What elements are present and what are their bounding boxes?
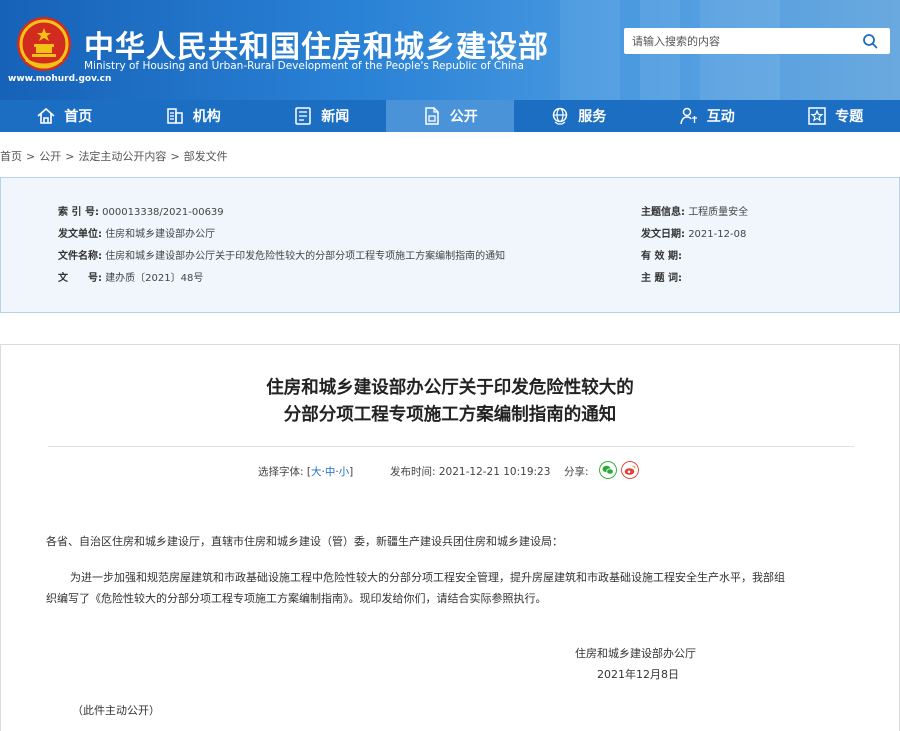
meta-topic-row: 主题信息: 工程质量安全 (641, 203, 748, 218)
news-icon (295, 107, 311, 125)
nav-item-label: 公开 (449, 109, 478, 125)
nav-item-label: 机构 (192, 109, 221, 125)
font-size-bracket: ] (349, 466, 354, 478)
meta-filename-row: 文件名称: 住房和城乡建设部办公厅关于印发危险性较大的分部分项工程专项施工方案编… (58, 247, 505, 262)
site-header: 中华人民共和国住房和城乡建设部 Ministry of Housing and … (0, 0, 900, 100)
wechat-share-icon[interactable] (599, 461, 617, 479)
document-icon (425, 107, 439, 125)
building-icon (167, 108, 183, 124)
meta-label: 索 引 号: (58, 207, 99, 218)
meta-label: 发文日期: (641, 229, 685, 240)
user-icon (680, 107, 697, 125)
breadcrumb-link-disclosure[interactable]: 公开 (39, 150, 61, 163)
breadcrumb-separator: > (65, 150, 75, 163)
main-nav: 首页 机构 新闻 公开 服务 互动 专题 (0, 100, 900, 132)
nav-item-interaction[interactable]: 互动 (643, 100, 772, 132)
breadcrumb-link-home[interactable]: 首页 (0, 150, 22, 163)
search-box (624, 28, 890, 54)
meta-date-value: 2021-12-08 (688, 229, 747, 240)
article-paragraph-line-2: 织编写了《危险性较大的分部分项工程专项施工方案编制指南》。现印发给你们，请结合实… (46, 592, 547, 605)
nav-item-news[interactable]: 新闻 (257, 100, 386, 132)
title-divider (48, 446, 854, 447)
meta-label: 有 效 期: (641, 251, 682, 262)
article-sign-date: 2021年12月8日 (597, 668, 679, 681)
font-size-small-link[interactable]: 小 (339, 466, 350, 478)
font-size-selector: 选择字体: [大·中·小] (258, 464, 353, 479)
nav-item-institutions[interactable]: 机构 (129, 100, 258, 132)
article-title-line-2: 分部分项工程专项施工方案编制指南的通知 (283, 405, 617, 425)
header-background-building (560, 0, 620, 100)
nav-item-label: 专题 (835, 109, 864, 125)
meta-issuer-value: 住房和城乡建设部办公厅 (105, 229, 216, 240)
article-title-line-1: 住房和城乡建设部办公厅关于印发危险性较大的 (266, 378, 634, 398)
home-icon (37, 107, 55, 124)
nav-item-label: 服务 (578, 109, 607, 125)
breadcrumb-link-statutory[interactable]: 法定主动公开内容 (78, 150, 166, 163)
article-signature: 住房和城乡建设部办公厅 (575, 647, 696, 660)
weibo-share-icon[interactable] (621, 461, 639, 479)
meta-keywords-row: 主 题 词: (641, 269, 682, 284)
meta-index-row: 索 引 号: 000013338/2021-00639 (58, 203, 224, 218)
breadcrumb: 首页 > 公开 > 法定主动公开内容 > 部发文件 (0, 148, 228, 164)
meta-label: 主题信息: (641, 207, 685, 218)
site-url: www.mohurd.gov.cn (8, 74, 112, 84)
meta-date-row: 发文日期: 2021-12-08 (641, 225, 746, 240)
article-public-note: （此件主动公开） (72, 704, 160, 717)
article-salutation: 各省、自治区住房和城乡建设厅，直辖市住房和城乡建设（管）委，新疆生产建设兵团住房… (46, 535, 563, 548)
meta-label: 文 号: (58, 273, 102, 284)
document-metadata-panel: 索 引 号: 000013338/2021-00639 发文单位: 住房和城乡建… (0, 177, 900, 313)
meta-label: 发文单位: (58, 229, 102, 240)
font-size-large-link[interactable]: 大 (311, 466, 322, 478)
font-size-label: 选择字体: [ (258, 466, 311, 478)
font-size-medium-link[interactable]: 中 (325, 466, 336, 478)
share-label: 分享: (564, 466, 589, 478)
breadcrumb-separator: > (26, 150, 36, 163)
nav-item-label: 新闻 (321, 109, 350, 125)
nav-item-label: 首页 (64, 109, 93, 125)
breadcrumb-separator: > (170, 150, 180, 163)
national-emblem-logo[interactable] (16, 16, 72, 72)
article-paragraph-line-1: 为进一步加强和规范房屋建筑和市政基础设施工程中危险性较大的分部分项工程安全管理，… (70, 571, 785, 584)
meta-topic-value: 工程质量安全 (688, 207, 749, 218)
meta-filename-value: 住房和城乡建设部办公厅关于印发危险性较大的分部分项工程专项施工方案编制指南的通知 (105, 251, 506, 262)
nav-item-label: 互动 (706, 109, 735, 125)
nav-item-services[interactable]: 服务 (514, 100, 643, 132)
meta-docno-row: 文 号: 建办质〔2021〕48号 (58, 269, 203, 284)
breadcrumb-link-documents[interactable]: 部发文件 (184, 150, 228, 163)
search-icon[interactable] (862, 33, 878, 49)
globe-icon (553, 107, 568, 125)
meta-label: 文件名称: (58, 251, 102, 262)
search-input[interactable] (632, 32, 852, 50)
site-subtitle: Ministry of Housing and Urban-Rural Deve… (84, 60, 524, 72)
nav-item-disclosure[interactable]: 公开 (385, 100, 514, 132)
meta-validity-row: 有 效 期: (641, 247, 682, 262)
publish-time: 发布时间: 2021-12-21 10:19:23 (390, 466, 551, 478)
nav-item-topics[interactable]: 专题 (771, 100, 900, 132)
meta-index-value: 000013338/2021-00639 (102, 207, 224, 218)
meta-label: 主 题 词: (641, 273, 682, 284)
meta-docno-value: 建办质〔2021〕48号 (105, 273, 204, 284)
star-icon (808, 107, 826, 125)
nav-item-home[interactable]: 首页 (0, 100, 129, 132)
meta-issuer-row: 发文单位: 住房和城乡建设部办公厅 (58, 225, 215, 240)
